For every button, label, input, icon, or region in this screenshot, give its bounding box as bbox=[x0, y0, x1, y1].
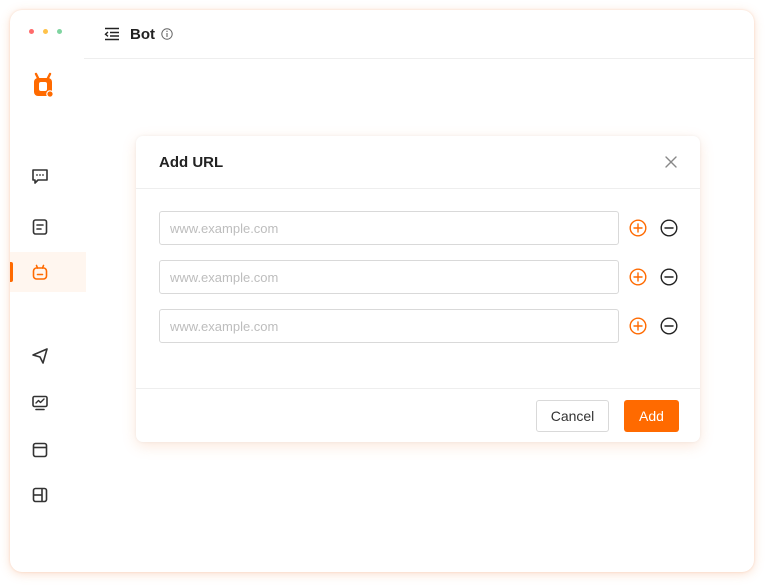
monitor-icon bbox=[32, 395, 48, 411]
layout-panel-icon bbox=[32, 487, 48, 503]
sidebar bbox=[10, 10, 86, 572]
add-circle-icon[interactable] bbox=[629, 219, 647, 237]
add-circle-icon[interactable] bbox=[629, 268, 647, 286]
add-url-dialog: Add URL www.example.com www.example.com … bbox=[136, 136, 700, 442]
remove-circle-icon[interactable] bbox=[660, 219, 678, 237]
sidebar-item-document[interactable] bbox=[10, 207, 86, 247]
active-indicator bbox=[10, 262, 13, 282]
url-row bbox=[159, 260, 683, 294]
dialog-title: Add URL bbox=[159, 154, 224, 171]
dialog-footer: Cancel Add bbox=[136, 388, 700, 442]
add-circle-icon[interactable] bbox=[629, 317, 647, 335]
document-icon bbox=[32, 219, 48, 235]
sidebar-item-bot[interactable] bbox=[10, 252, 86, 292]
remove-circle-icon[interactable] bbox=[660, 317, 678, 335]
browser-window-icon bbox=[32, 442, 48, 458]
sidebar-item-monitor[interactable] bbox=[10, 383, 86, 423]
close-icon[interactable] bbox=[662, 153, 680, 171]
chat-bubble-icon bbox=[32, 169, 48, 184]
sidebar-item-send[interactable] bbox=[10, 336, 86, 376]
page-header: Bot bbox=[84, 10, 754, 59]
add-button[interactable]: Add bbox=[624, 400, 679, 432]
send-icon bbox=[32, 348, 48, 364]
page-title: Bot bbox=[130, 26, 155, 43]
cancel-button[interactable]: Cancel bbox=[536, 400, 609, 432]
remove-circle-icon[interactable] bbox=[660, 268, 678, 286]
dialog-header: Add URL bbox=[136, 136, 700, 189]
url-row bbox=[159, 309, 683, 343]
sidebar-item-chat[interactable] bbox=[10, 156, 86, 196]
sidebar-item-layout[interactable] bbox=[10, 475, 86, 515]
url-input[interactable] bbox=[159, 211, 619, 245]
url-input[interactable] bbox=[159, 260, 619, 294]
url-row bbox=[159, 211, 683, 245]
bot-logo-icon[interactable] bbox=[31, 70, 55, 100]
bot-icon bbox=[32, 264, 48, 280]
sidebar-item-browser[interactable] bbox=[10, 430, 86, 470]
url-input[interactable] bbox=[159, 309, 619, 343]
info-icon[interactable] bbox=[161, 28, 173, 40]
menu-collapse-icon[interactable] bbox=[104, 27, 120, 41]
